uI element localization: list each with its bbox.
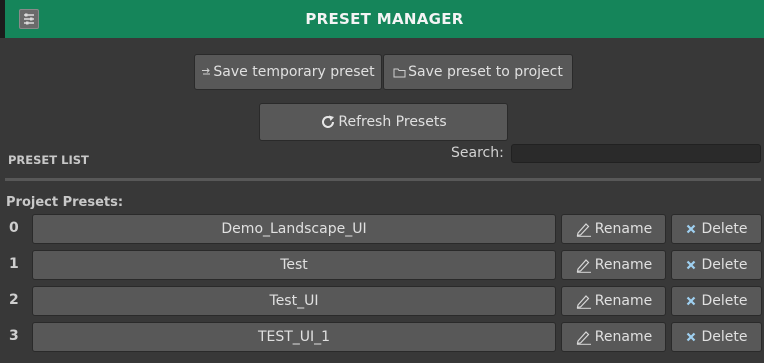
delete-button[interactable]: Delete	[671, 250, 762, 280]
delete-label: Delete	[701, 293, 748, 309]
rename-label: Rename	[594, 293, 653, 309]
close-icon	[686, 224, 696, 234]
preset-name-button[interactable]: Demo_Landscape_UI	[32, 214, 556, 244]
delete-button[interactable]: Delete	[671, 286, 762, 316]
preset-name-label: TEST_UI_1	[257, 329, 331, 345]
preset-name-label: Demo_Landscape_UI	[221, 221, 367, 237]
delete-label: Delete	[701, 257, 748, 273]
page-title: PRESET MANAGER	[305, 10, 464, 28]
preset-name-button[interactable]: Test_UI	[32, 286, 556, 316]
delete-label: Delete	[701, 329, 748, 345]
preset-name-button[interactable]: Test	[32, 250, 556, 280]
preset-index: 3	[9, 328, 19, 344]
rename-label: Rename	[594, 257, 653, 273]
pencil-icon	[575, 221, 593, 237]
close-icon	[686, 296, 696, 306]
header-bar: PRESET MANAGER	[5, 0, 764, 38]
preset-index: 2	[9, 292, 19, 308]
rename-button[interactable]: Rename	[561, 322, 666, 352]
refresh-presets-label: Refresh Presets	[338, 114, 447, 130]
swap-icon	[201, 67, 211, 77]
rename-button[interactable]: Rename	[561, 250, 666, 280]
pencil-icon	[575, 293, 593, 309]
folder-icon	[393, 67, 406, 78]
rename-label: Rename	[594, 329, 653, 345]
close-icon	[686, 332, 696, 342]
delete-button[interactable]: Delete	[671, 214, 762, 244]
project-presets-label: Project Presets:	[6, 195, 124, 210]
refresh-presets-button[interactable]: Refresh Presets	[259, 103, 508, 141]
save-preset-to-project-label: Save preset to project	[408, 64, 563, 80]
pencil-icon	[575, 329, 593, 345]
divider	[5, 178, 761, 181]
delete-label: Delete	[701, 221, 748, 237]
preset-list-title: PRESET LIST	[8, 153, 89, 167]
preset-index: 0	[9, 220, 19, 236]
save-preset-to-project-button[interactable]: Save preset to project	[383, 54, 573, 90]
search-label: Search:	[451, 145, 504, 161]
preset-name-button[interactable]: TEST_UI_1	[32, 322, 556, 352]
rename-button[interactable]: Rename	[561, 286, 666, 316]
save-temporary-preset-label: Save temporary preset	[213, 64, 375, 80]
pencil-icon	[575, 257, 593, 273]
refresh-icon	[320, 114, 336, 130]
preset-name-label: Test	[280, 257, 308, 273]
close-icon	[686, 260, 696, 270]
search-input[interactable]	[511, 144, 761, 163]
preset-name-label: Test_UI	[269, 293, 319, 309]
preset-index: 1	[9, 256, 19, 272]
rename-label: Rename	[594, 221, 653, 237]
delete-button[interactable]: Delete	[671, 322, 762, 352]
rename-button[interactable]: Rename	[561, 214, 666, 244]
header: PRESET MANAGER	[0, 0, 764, 38]
sliders-icon[interactable]	[19, 9, 39, 29]
save-temporary-preset-button[interactable]: Save temporary preset	[194, 54, 382, 90]
